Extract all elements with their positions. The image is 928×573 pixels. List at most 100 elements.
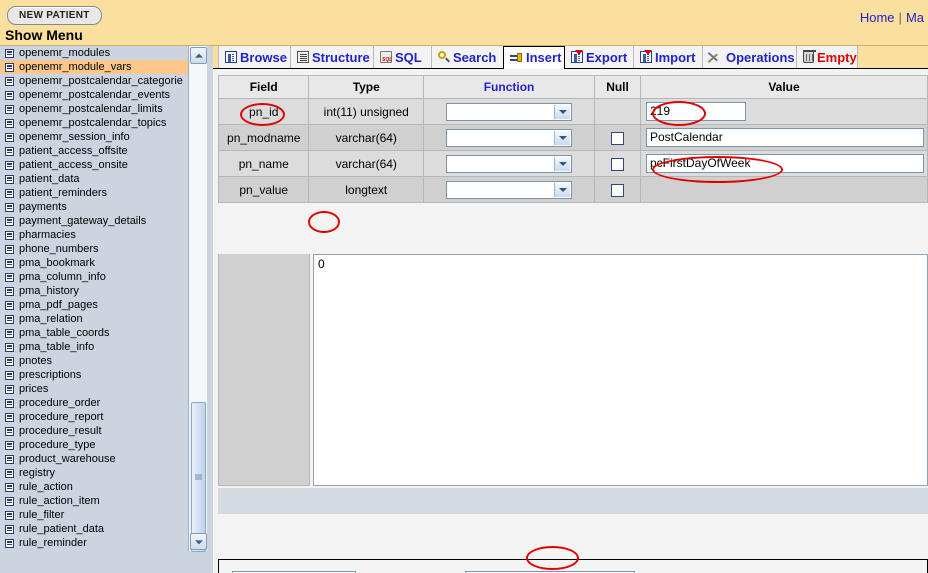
table-list-item[interactable]: pma_column_info [0,270,188,284]
table-list-item[interactable]: rule_action_item [0,494,188,508]
table-list-item[interactable]: openemr_postcalendar_topics [0,116,188,130]
tab-export[interactable]: Export [564,46,634,68]
value-input[interactable]: pcFirstDayOfWeek [646,154,924,173]
table-list-item[interactable]: pma_relation [0,312,188,326]
table-icon [5,104,14,114]
tab-operations[interactable]: Operations [702,46,797,68]
null-checkbox[interactable] [611,157,625,171]
table-list-item[interactable]: product_warehouse [0,452,188,466]
table-list-vertical-scrollbar[interactable] [188,46,207,552]
table-list-item[interactable]: payment_gateway_details [0,214,188,228]
table-list-item[interactable]: openemr_postcalendar_events [0,88,188,102]
function-cell [423,124,596,151]
table-list-item-label: rule_action [19,481,73,493]
table-list-item[interactable]: rule_patient_data [0,522,188,536]
function-select[interactable] [446,128,573,147]
table-list-item-label: patient_data [19,173,80,185]
table-list-item-label: openemr_session_info [19,131,130,143]
table-list-item[interactable]: openemr_module_vars [0,60,188,74]
table-list-item[interactable]: pma_history [0,284,188,298]
home-link[interactable]: Home [860,10,895,25]
function-cell [423,176,596,203]
show-menu-label[interactable]: Show Menu [5,27,83,43]
table-list-item[interactable]: procedure_type [0,438,188,452]
tab-sql[interactable]: SQL SQL [373,46,432,68]
function-select[interactable] [446,102,573,121]
table-list-item[interactable]: patient_reminders [0,186,188,200]
table-list-item[interactable]: registry [0,466,188,480]
table-icon [5,412,14,422]
vertical-scroll-thumb[interactable] [191,402,206,552]
table-list-item[interactable]: patient_access_offsite [0,144,188,158]
table-list-item-label: openemr_postcalendar_limits [19,103,163,115]
pn-value-textarea[interactable]: 0 [313,254,928,486]
table-list-item[interactable]: openemr_postcalendar_categorie [0,74,188,88]
table-list-item[interactable]: phone_numbers [0,242,188,256]
table-list-item[interactable]: procedure_report [0,410,188,424]
link-separator: | [898,10,902,25]
table-list-item-label: payment_gateway_details [19,215,147,227]
table-icon [5,160,14,170]
tab-label: Empty [817,49,857,65]
table-list-item[interactable]: pma_table_coords [0,326,188,340]
table-list-item[interactable]: pma_pdf_pages [0,298,188,312]
function-select[interactable] [446,180,573,199]
value-input[interactable]: PostCalendar [646,128,924,147]
table-list-item[interactable]: pnotes [0,354,188,368]
table-list-item-label: openemr_module_vars [19,61,132,73]
table-icon [5,188,14,198]
table-list-item[interactable]: payments [0,200,188,214]
scroll-up-button[interactable] [190,47,207,64]
table-header-row: Field Type Function Null Value [217,75,928,99]
table-list-item[interactable]: patient_data [0,172,188,186]
manual-link[interactable]: Ma [906,10,924,25]
tab-label: Import [655,49,696,65]
table-list-item[interactable]: openemr_postcalendar_limits [0,102,188,116]
table-icon [5,76,14,86]
tab-browse[interactable]: Browse [218,46,291,68]
table-list-item[interactable]: rule_action [0,480,188,494]
table-icon [5,174,14,184]
table-list-item-label: pma_pdf_pages [19,299,98,311]
table-list-item[interactable]: prices [0,382,188,396]
table-icon [5,272,14,282]
table-list-item[interactable]: pma_table_info [0,340,188,354]
scroll-down-button[interactable] [190,533,207,550]
table-list-item-label: pnotes [19,355,53,367]
field-type-cell: varchar(64) [308,150,425,177]
null-checkbox[interactable] [611,183,625,197]
value-cell: pcFirstDayOfWeek [640,150,928,177]
null-checkbox[interactable] [611,131,625,145]
field-name-cell: pn_value [217,176,310,203]
table-icon [5,230,14,240]
null-cell [594,98,641,125]
table-icon [5,426,14,436]
function-cell [423,98,596,125]
new-patient-button[interactable]: NEW PATIENT [7,6,102,25]
table-list-item[interactable]: pma_bookmark [0,256,188,270]
column-header-value: Value [640,75,928,99]
table-list-item[interactable]: patient_access_onsite [0,158,188,172]
field-type-cell: int(11) unsigned [308,98,425,125]
table-list-item[interactable]: rule_filter [0,508,188,522]
table-list-item[interactable]: pharmacies [0,228,188,242]
table-list-item-label: rule_reminder [19,537,87,549]
table-list-item[interactable]: rule_reminder [0,536,188,550]
chevron-down-icon [554,130,571,145]
value-input[interactable]: 219 [646,102,746,121]
table-list-item[interactable]: openemr_modules [0,46,188,60]
tab-empty[interactable]: Empty [796,46,858,68]
tab-structure[interactable]: Structure [290,46,374,68]
tab-insert[interactable]: Insert [503,46,565,69]
tab-search[interactable]: Search [431,46,504,68]
table-list-item[interactable]: procedure_order [0,396,188,410]
table-list-item[interactable]: openemr_session_info [0,130,188,144]
tab-import[interactable]: Import [633,46,703,68]
table-icon [5,384,14,394]
table-row: pn_name varchar(64) pcFirstDayOfWeek [217,150,928,177]
function-select[interactable] [446,154,573,173]
table-icon [5,286,14,296]
table-list-item[interactable]: procedure_result [0,424,188,438]
table-list-item[interactable]: prescriptions [0,368,188,382]
table-list[interactable]: openemr_modules openemr_module_vars openem… [0,46,188,551]
